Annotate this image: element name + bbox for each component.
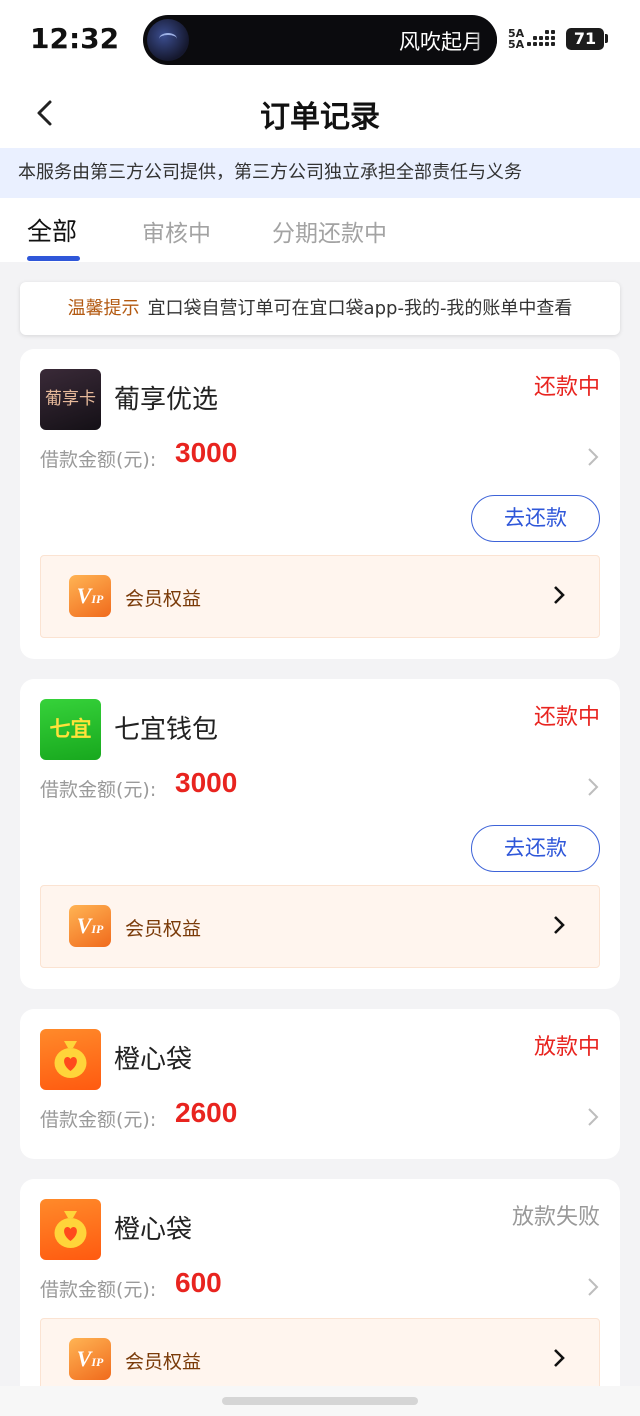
status-bar: 12:32 风吹起月 5A 5A 71 xyxy=(0,0,640,80)
vip-icon: VIP xyxy=(69,1338,111,1380)
amount-label: 借款金额(元): xyxy=(40,1109,157,1131)
order-status: 还款中 xyxy=(533,705,600,730)
product-logo: 葡享卡 xyxy=(40,369,101,430)
order-status: 还款中 xyxy=(533,375,600,400)
loan-amount: 3000 xyxy=(175,767,238,798)
vip-icon: VIP xyxy=(69,575,111,617)
tab-under-review[interactable]: 审核中 xyxy=(142,214,211,248)
loan-amount: 600 xyxy=(175,1267,222,1298)
money-bag-heart-icon xyxy=(40,1029,101,1090)
vip-benefits-row[interactable]: VIP 会员权益 xyxy=(40,555,600,638)
loan-amount: 3000 xyxy=(175,437,238,468)
tab-all[interactable]: 全部 xyxy=(27,212,77,248)
order-card[interactable]: 橙心袋 放款失败 借款金额(元): 600 VIP 会员权益 xyxy=(20,1179,620,1416)
loan-amount: 2600 xyxy=(175,1097,238,1128)
chevron-right-icon[interactable] xyxy=(586,1105,600,1129)
tip-banner: 温馨提示 宜口袋自营订单可在宜口袋app-我的-我的账单中查看 xyxy=(20,282,620,335)
signal-icon xyxy=(527,30,557,50)
home-bar xyxy=(0,1386,640,1416)
order-card[interactable]: 七宜 七宜钱包 还款中 借款金额(元): 3000 去还款 VIP 会员权益 xyxy=(20,679,620,989)
vip-benefits-row[interactable]: VIP 会员权益 xyxy=(40,885,600,968)
product-name: 七宜钱包 xyxy=(114,715,219,745)
disclaimer-banner: 本服务由第三方公司提供，第三方公司独立承担全部责任与义务 xyxy=(0,148,640,198)
vip-label: 会员权益 xyxy=(125,1351,202,1373)
amount-label: 借款金额(元): xyxy=(40,779,157,801)
status-time: 12:32 xyxy=(30,22,120,55)
battery-icon: 71 xyxy=(566,28,604,50)
product-logo: 七宜 xyxy=(40,699,101,760)
order-card[interactable]: 橙心袋 放款中 借款金额(元): 2600 xyxy=(20,1009,620,1159)
tab-installment-repaying[interactable]: 分期还款中 xyxy=(272,214,387,248)
amount-label: 借款金额(元): xyxy=(40,449,157,471)
chevron-right-icon xyxy=(554,586,565,604)
product-name: 橙心袋 xyxy=(114,1215,193,1245)
tip-label: 温馨提示 xyxy=(67,298,140,319)
product-name: 葡享优选 xyxy=(114,385,219,415)
order-status: 放款失败 xyxy=(511,1205,600,1230)
chevron-right-icon[interactable] xyxy=(586,1275,600,1299)
vip-label: 会员权益 xyxy=(125,588,202,610)
vip-label: 会员权益 xyxy=(125,918,202,940)
chevron-right-icon[interactable] xyxy=(586,445,600,469)
album-cover xyxy=(147,19,189,61)
chevron-right-icon xyxy=(554,1349,565,1367)
page-title: 订单记录 xyxy=(260,100,380,135)
vip-icon: VIP xyxy=(69,905,111,947)
repay-button[interactable]: 去还款 xyxy=(471,495,600,542)
chevron-right-icon xyxy=(554,916,565,934)
amount-label: 借款金额(元): xyxy=(40,1279,157,1301)
repay-button[interactable]: 去还款 xyxy=(471,825,600,872)
product-name: 橙心袋 xyxy=(114,1045,193,1075)
header: 订单记录 xyxy=(0,80,640,148)
tip-text: 宜口袋自营订单可在宜口袋app-我的-我的账单中查看 xyxy=(147,298,573,319)
chevron-right-icon[interactable] xyxy=(586,775,600,799)
tab-bar: 全部 审核中 分期还款中 xyxy=(0,198,640,262)
order-status: 放款中 xyxy=(533,1035,600,1060)
now-playing-island[interactable]: 风吹起月 xyxy=(143,15,497,65)
money-bag-heart-icon xyxy=(40,1199,101,1260)
home-indicator[interactable] xyxy=(222,1397,418,1405)
tab-active-indicator xyxy=(27,256,80,261)
network-type: 5A 5A xyxy=(508,27,525,51)
order-card[interactable]: 葡享卡 葡享优选 还款中 借款金额(元): 3000 去还款 VIP 会员权益 xyxy=(20,349,620,659)
